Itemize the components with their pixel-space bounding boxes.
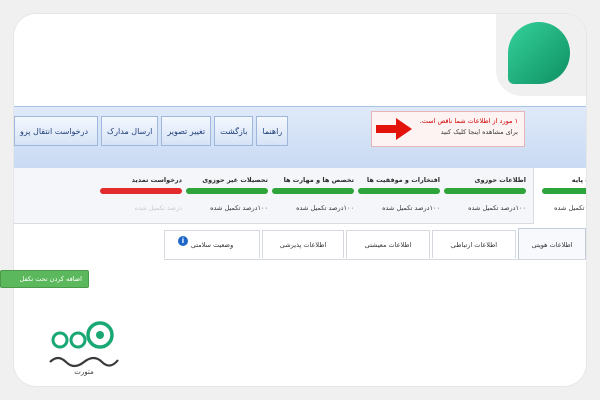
progress-item-education[interactable]: تحصیلات غیر حوزوی ۱۰۰درصد تکمیل شده — [186, 176, 268, 212]
tabs-divider — [164, 259, 586, 260]
progress-title: تخصص ها و مهارت ها — [283, 176, 354, 184]
progress-bar-red — [100, 188, 182, 194]
tab-livelihood[interactable]: اطلاعات معیشتی — [346, 230, 430, 258]
info-tabs: اطلاعات هویتی اطلاعات ارتباطی اطلاعات مع… — [164, 228, 586, 260]
tab-label: وضعیت سلامتی — [190, 240, 234, 249]
transfer-request-label: درخواست انتقال پرو — [20, 126, 89, 136]
tab-label: اطلاعات پذیرشی — [279, 240, 327, 249]
progress-item-renewal[interactable]: درخواست تمدید درصد تکمیل شده — [100, 176, 182, 212]
progress-status: ۱۰۰درصد تکمیل شده — [382, 204, 440, 212]
progress-bar — [358, 188, 440, 194]
tab-label: اطلاعات معیشتی — [364, 240, 412, 249]
tab-contact[interactable]: اطلاعات ارتباطی — [432, 230, 516, 258]
progress-bar — [186, 188, 268, 194]
transfer-request-button[interactable]: درخواست انتقال پرو — [14, 116, 98, 146]
brand-logo-icon — [508, 22, 570, 84]
logo-badge-container — [496, 14, 586, 96]
progress-status: ۱۰۰درصد تکمیل شده — [210, 204, 268, 212]
progress-bar — [444, 188, 526, 194]
back-button[interactable]: بازگشت — [214, 116, 254, 146]
progress-item-skills[interactable]: تخصص ها و مهارت ها ۱۰۰درصد تکمیل شده — [272, 176, 354, 212]
progress-status: ۱۰۰درصد تکمیل شده — [554, 204, 586, 212]
top-toolbar: درخواست انتقال پرو ارسال مدارک تغییر تصو… — [14, 106, 586, 168]
progress-item-honors[interactable]: افتخارات و موفقیت ها ۱۰۰درصد تکمیل شده — [358, 176, 440, 212]
back-label: بازگشت — [220, 126, 248, 136]
tab-label: اطلاعات هویتی — [531, 240, 573, 249]
progress-title: اطلاعات پایه — [571, 176, 586, 184]
change-photo-button[interactable]: تغییر تصویر — [161, 116, 212, 146]
tab-admission[interactable]: اطلاعات پذیرشی — [262, 230, 344, 258]
progress-item-seminary[interactable]: اطلاعات حوزوی ۱۰۰درصد تکمیل شده — [444, 176, 526, 212]
change-photo-label: تغییر تصویر — [167, 126, 206, 136]
logo-text: متورت — [74, 368, 94, 376]
progress-status: درصد تکمیل شده — [134, 204, 182, 212]
progress-status: ۱۰۰درصد تکمیل شده — [468, 204, 526, 212]
progress-status: ۱۰۰درصد تکمیل شده — [296, 204, 354, 212]
tab-identity[interactable]: اطلاعات هویتی — [518, 228, 586, 260]
help-button[interactable]: راهنما — [256, 116, 289, 146]
progress-title: تحصیلات غیر حوزوی — [202, 176, 268, 184]
send-documents-label: ارسال مدارک — [107, 126, 153, 136]
add-dependent-button[interactable]: اضافه کردن تحت تکفل — [0, 270, 89, 288]
info-icon[interactable]: i — [178, 236, 188, 246]
progress-item-basic-panel[interactable]: اطلاعات پایه ۱۰۰درصد تکمیل شده — [533, 168, 586, 224]
site-logo-icon: متورت — [49, 321, 119, 376]
progress-title: اطلاعات حوزوی — [474, 176, 526, 184]
tab-label: اطلاعات ارتباطی — [450, 240, 498, 249]
progress-bar — [272, 188, 354, 194]
profile-progress-row: اطلاعات پایه ۱۰۰درصد تکمیل شده اطلاعات ح… — [14, 168, 586, 224]
progress-bar — [542, 188, 586, 194]
toolbar-buttons: درخواست انتقال پرو ارسال مدارک تغییر تصو… — [14, 116, 291, 146]
send-documents-button[interactable]: ارسال مدارک — [101, 116, 159, 146]
help-label: راهنما — [262, 126, 283, 136]
add-dependent-label: اضافه کردن تحت تکفل — [19, 275, 82, 283]
progress-title: درخواست تمدید — [131, 176, 182, 184]
progress-item-basic: اطلاعات پایه ۱۰۰درصد تکمیل شده — [542, 176, 586, 212]
red-arrow-icon — [376, 118, 412, 140]
progress-title: افتخارات و موفقیت ها — [366, 176, 440, 184]
